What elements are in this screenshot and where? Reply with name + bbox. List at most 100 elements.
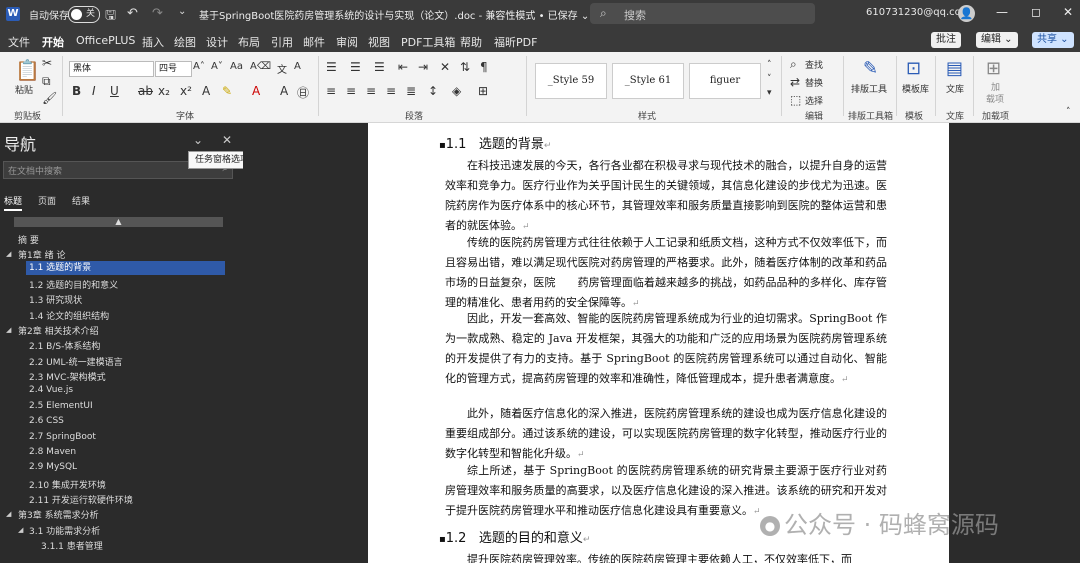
collapse-triangle-icon[interactable]: ◢ [6,510,11,518]
menu-officeplus[interactable]: OfficePLUS [76,34,135,47]
autosave-toggle[interactable]: 关 [68,6,100,23]
numbering-icon[interactable]: ☰ [350,60,361,74]
decrease-indent-icon[interactable]: ⇤ [398,60,408,74]
underline-icon[interactable]: U [110,84,119,98]
paragraph[interactable]: 在科技迅速发展的今天，各行各业都在积极寻求与现代技术的融合，以提升自身的运营效率… [445,156,887,237]
save-icon[interactable]: 🖫 [105,6,116,28]
nav-item-3-1-1[interactable]: 3.1.1 患者管理 [41,539,103,552]
font-size-combo[interactable]: 四号 [155,61,192,77]
nav-item-abstract[interactable]: 摘 要 [18,233,39,246]
nav-item-2-8[interactable]: 2.8 Maven [29,447,76,457]
paragraph-partial[interactable]: 提升医院药房管理效率。传统的医院药房管理主要依赖人工，不仅效率低下，而 [445,550,887,563]
strikethrough-icon[interactable]: ab [138,84,153,98]
chevron-down-icon[interactable]: ⌄ [193,133,203,147]
shading-icon[interactable]: ◈ [452,84,461,98]
paragraph[interactable]: 因此，开发一套高效、智能的医院药房管理系统成为行业的迫切需求。SpringBoo… [445,309,887,390]
clear-format-icon[interactable]: A⌫ [250,61,271,72]
replace-label[interactable]: 替换 [805,76,823,89]
customize-toolbar-icon[interactable]: ⌄ [178,6,186,17]
nav-item-2-5[interactable]: 2.5 ElementUI [29,401,93,411]
nav-item-2-10[interactable]: 2.10 集成开发环境 [29,478,106,491]
distributed-icon[interactable]: ≣ [406,84,416,98]
template-label[interactable]: 模板库 [902,82,929,95]
template-library-icon[interactable]: ⊡ [906,58,921,79]
menu-file[interactable]: 文件 [8,34,30,50]
close-icon[interactable]: ✕ [1063,5,1073,19]
styles-scroll-up-icon[interactable]: ˄ [767,60,772,70]
nav-item-1-1[interactable]: 1.1 选题的背景 [26,261,225,275]
styles-more-icon[interactable]: ▾ [767,88,772,98]
style-item-figuer[interactable]: figuer [689,63,761,99]
edit-mode-button[interactable]: 编辑 ⌄ [976,32,1018,48]
collapse-triangle-icon[interactable]: ◢ [6,326,11,334]
subscript-icon[interactable]: x₂ [158,84,170,98]
enclose-char-icon[interactable]: ㊐ [297,84,309,101]
show-marks-icon[interactable]: ¶ [480,60,488,74]
bullets-icon[interactable]: ☰ [326,60,337,74]
text-effects-icon[interactable]: A [202,84,210,98]
shrink-font-icon[interactable]: A˅ [211,61,223,72]
nav-item-2-7[interactable]: 2.7 SpringBoot [29,432,96,442]
borders-icon[interactable]: ⊞ [478,84,488,98]
share-button[interactable]: 共享 ⌄ [1032,32,1074,48]
grow-font-icon[interactable]: A˄ [193,61,205,72]
nav-item-2-6[interactable]: 2.6 CSS [29,416,64,426]
bold-icon[interactable]: B [72,84,81,98]
cut-icon[interactable]: ✂ [42,56,52,70]
styles-scroll-down-icon[interactable]: ˅ [767,74,772,84]
font-color-icon[interactable]: A [252,84,260,98]
paragraph[interactable]: 传统的医院药房管理方式往往依赖于人工记录和纸质文档，这种方式不仅效率低下，而且容… [445,233,887,314]
minimize-icon[interactable]: — [996,5,1008,19]
search-box[interactable]: ⌕ 搜索 [590,3,815,24]
menu-help[interactable]: 帮助 [460,34,482,50]
chinese-layout-icon[interactable]: ✕ [440,60,450,74]
menu-pdf-toolbox[interactable]: PDF工具箱 [401,34,455,50]
style-item-style61[interactable]: _Style 61 [612,63,684,99]
restore-icon[interactable]: ◻ [1031,5,1041,19]
avatar[interactable]: 👤 [958,5,975,22]
menu-draw[interactable]: 绘图 [174,34,196,50]
account-email[interactable]: 610731230@qq.com [866,7,971,18]
heading-1-1[interactable]: ▪1.1 选题的背景↵ [439,133,551,152]
style-item-style59[interactable]: _Style 59 [535,63,607,99]
menu-foxit-pdf[interactable]: 福昕PDF [494,34,537,50]
collapse-ribbon-icon[interactable]: ˄ [1066,107,1071,117]
sort-icon[interactable]: ⇅ [460,60,470,74]
copy-icon[interactable]: ⧉ [42,74,51,89]
align-right-icon[interactable]: ≡ [366,84,376,98]
justify-icon[interactable]: ≡ [386,84,396,98]
nav-item-2-11[interactable]: 2.11 开发运行软硬件环境 [29,493,133,506]
paragraph[interactable]: 此外，随着医疗信息化的深入推进，医院药房管理系统的建设也成为医疗信息化建设的重要… [445,404,887,465]
align-center-icon[interactable]: ≡ [346,84,356,98]
superscript-icon[interactable]: x² [180,84,192,98]
highlight-icon[interactable]: ✎ [222,84,232,98]
select-label[interactable]: 选择 [805,94,823,107]
redo-icon[interactable]: ↷ [152,6,163,21]
heading-1-2[interactable]: ▪1.2 选题的目的和意义↵ [439,527,590,546]
font-name-combo[interactable]: 黑体 [69,61,154,77]
increase-indent-icon[interactable]: ⇥ [418,60,428,74]
tab-headings[interactable]: 标题 [4,194,23,211]
menu-home[interactable]: 开始 [42,34,64,54]
collapse-triangle-icon[interactable]: ◢ [18,526,23,534]
phonetic-guide-icon[interactable]: 文 [277,61,287,76]
nav-item-ch2[interactable]: 第2章 相关技术介绍 [18,324,99,337]
close-icon[interactable]: ✕ [222,133,232,147]
char-shading-icon[interactable]: A [280,84,288,98]
library-icon[interactable]: ▤ [946,58,963,79]
layout-tool-icon[interactable]: ✎ [863,58,878,79]
addins-icon[interactable]: ⊞ [986,58,1001,79]
menu-layout[interactable]: 布局 [238,34,260,50]
undo-icon[interactable]: ↶ [127,6,138,21]
nav-item-1-3[interactable]: 1.3 研究现状 [29,293,82,306]
menu-references[interactable]: 引用 [271,34,293,50]
menu-insert[interactable]: 插入 [142,34,164,50]
format-painter-icon[interactable]: 🖌 [42,91,57,105]
multilevel-list-icon[interactable]: ☰ [374,60,385,74]
tab-pages[interactable]: 页面 [38,194,56,207]
nav-item-2-4[interactable]: 2.4 Vue.js [29,385,73,395]
nav-item-ch3[interactable]: 第3章 系统需求分析 [18,508,99,521]
change-case-icon[interactable]: Aa [230,61,243,72]
menu-mailings[interactable]: 邮件 [303,34,325,50]
nav-item-1-4[interactable]: 1.4 论文的组织结构 [29,309,109,322]
